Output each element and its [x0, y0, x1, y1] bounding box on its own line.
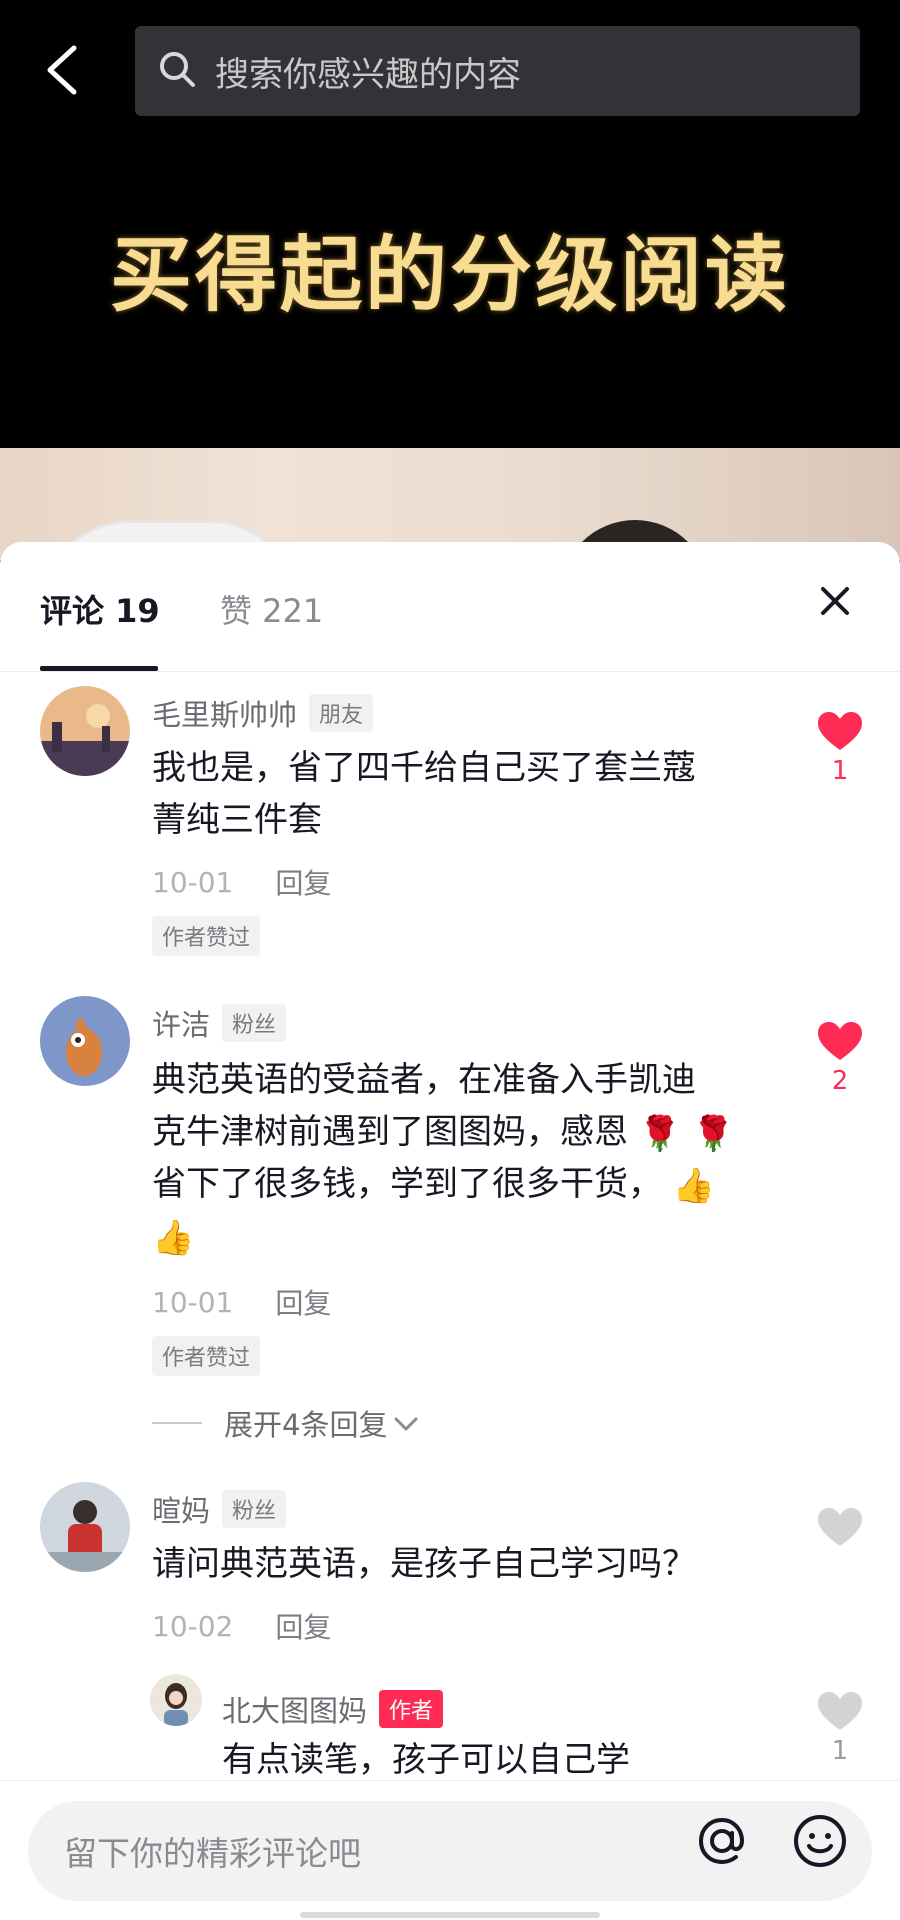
- video-title-overlay: 买得起的分级阅读: [109, 228, 790, 323]
- avatar[interactable]: [40, 686, 130, 776]
- back-arrow-icon[interactable]: [40, 42, 86, 98]
- reply-button[interactable]: 回复: [275, 1606, 331, 1646]
- comment-date: 10-01: [152, 865, 234, 899]
- comment-text-line: 省下了很多钱，学到了很多干货，: [152, 1164, 662, 1204]
- thumbs-up-emoji-icon: 👍: [152, 1217, 195, 1258]
- chevron-down-icon: [393, 1406, 419, 1440]
- comment-text-line: 典范英语的受益者，在准备入手凯迪: [152, 1060, 696, 1100]
- search-placeholder: 搜索你感兴趣的内容: [215, 54, 521, 95]
- comment-text[interactable]: 典范英语的受益者，在准备入手凯迪 克牛津树前遇到了图图妈，感恩 🌹 🌹 省下了很…: [152, 1054, 772, 1262]
- comment-text-line-with-emoji: 👍: [152, 1210, 772, 1262]
- like-count: 1: [831, 1736, 849, 1766]
- reply-username[interactable]: 北大图图妈: [222, 1688, 367, 1730]
- avatar[interactable]: [40, 1482, 130, 1572]
- like-count: 1: [831, 756, 849, 786]
- comment-meta: 10-02 回复: [152, 1606, 331, 1646]
- rose-emoji-icon: 🌹: [638, 1113, 682, 1154]
- comment-username[interactable]: 毛里斯帅帅: [152, 692, 297, 734]
- avatar[interactable]: [150, 1674, 202, 1726]
- comment-date: 10-02: [152, 1609, 234, 1643]
- comment-panel: 评论 19 赞 221 毛里斯帅帅 朋友 我也是，省了四千给自己买了套兰蔻 菁纯…: [0, 542, 900, 1920]
- reply-button[interactable]: 回复: [275, 862, 331, 902]
- relation-tag: 粉丝: [222, 1004, 287, 1042]
- comment-username[interactable]: 许洁: [152, 1002, 210, 1044]
- expand-replies-button[interactable]: 展开4条回复: [152, 1402, 419, 1444]
- comment-text-line: 菁纯三件套: [152, 800, 322, 840]
- comment-input-bar: 留下你的精彩评论吧: [0, 1780, 900, 1920]
- heart-icon: [818, 712, 862, 750]
- comment-text[interactable]: 我也是，省了四千给自己买了套兰蔻 菁纯三件套: [152, 742, 772, 846]
- like-count: 2: [831, 1066, 849, 1096]
- comment-meta: 10-01 回复: [152, 862, 331, 902]
- author-tag: 作者: [379, 1690, 444, 1728]
- expand-replies-label: 展开4条回复: [224, 1408, 388, 1442]
- reply-header: 北大图图妈 作者: [222, 1688, 444, 1730]
- rose-emoji-icon: 🌹: [691, 1113, 735, 1154]
- comment-text[interactable]: 请问典范英语，是孩子自己学习吗？: [152, 1538, 772, 1590]
- comment-username[interactable]: 暄妈: [152, 1488, 210, 1530]
- comment-text-line: 请问典范英语，是孩子自己学习吗？: [152, 1544, 696, 1584]
- comment-text-line-with-emoji: 克牛津树前遇到了图图妈，感恩 🌹 🌹: [152, 1106, 772, 1158]
- comment-text-line-with-emoji: 省下了很多钱，学到了很多干货， 👍: [152, 1158, 772, 1210]
- tab-comments[interactable]: 评论 19: [40, 586, 160, 632]
- relation-tag: 粉丝: [222, 1490, 287, 1528]
- comment-date: 10-01: [152, 1285, 234, 1319]
- close-icon[interactable]: [818, 584, 852, 618]
- heart-icon: [818, 1692, 862, 1730]
- relation-tag: 朋友: [309, 694, 374, 732]
- author-liked-badge: 作者赞过: [152, 1336, 261, 1376]
- like-button[interactable]: 2: [812, 1020, 868, 1096]
- like-button[interactable]: [812, 1506, 868, 1548]
- like-button[interactable]: 1: [812, 1690, 868, 1766]
- home-indicator: [300, 1912, 600, 1918]
- comment-text-line: 有点读笔，孩子可以自己学: [222, 1740, 630, 1780]
- video-area[interactable]: 搜索你感兴趣的内容 买得起的分级阅读: [0, 0, 900, 560]
- comment-text-line: 克牛津树前遇到了图图妈，感恩: [152, 1112, 628, 1152]
- author-liked-badge: 作者赞过: [152, 916, 261, 956]
- comment-header: 毛里斯帅帅 朋友: [152, 692, 374, 734]
- reply-button[interactable]: 回复: [275, 1282, 331, 1322]
- like-button[interactable]: 1: [812, 710, 868, 786]
- comment-meta: 10-01 回复: [152, 1282, 331, 1322]
- tab-likes[interactable]: 赞 221: [220, 586, 323, 632]
- reply-text[interactable]: 有点读笔，孩子可以自己学: [222, 1734, 782, 1786]
- comment-header: 许洁 粉丝: [152, 1002, 287, 1044]
- comment-header: 暄妈 粉丝: [152, 1488, 287, 1530]
- heart-icon: [818, 1022, 862, 1060]
- active-tab-indicator: [40, 666, 158, 671]
- comment-text-line: 我也是，省了四千给自己买了套兰蔻: [152, 748, 696, 788]
- heart-icon: [818, 1508, 862, 1546]
- divider-line: [152, 1422, 202, 1424]
- comment-tabs: 评论 19 赞 221: [0, 542, 900, 672]
- search-icon: [157, 49, 197, 93]
- comment-input-placeholder: 留下你的精彩评论吧: [64, 1834, 361, 1873]
- thumbs-up-emoji-icon: 👍: [672, 1165, 716, 1206]
- at-icon[interactable]: [692, 1811, 752, 1871]
- avatar[interactable]: [40, 996, 130, 1086]
- emoji-icon[interactable]: [790, 1811, 850, 1871]
- search-bar[interactable]: 搜索你感兴趣的内容: [135, 26, 860, 116]
